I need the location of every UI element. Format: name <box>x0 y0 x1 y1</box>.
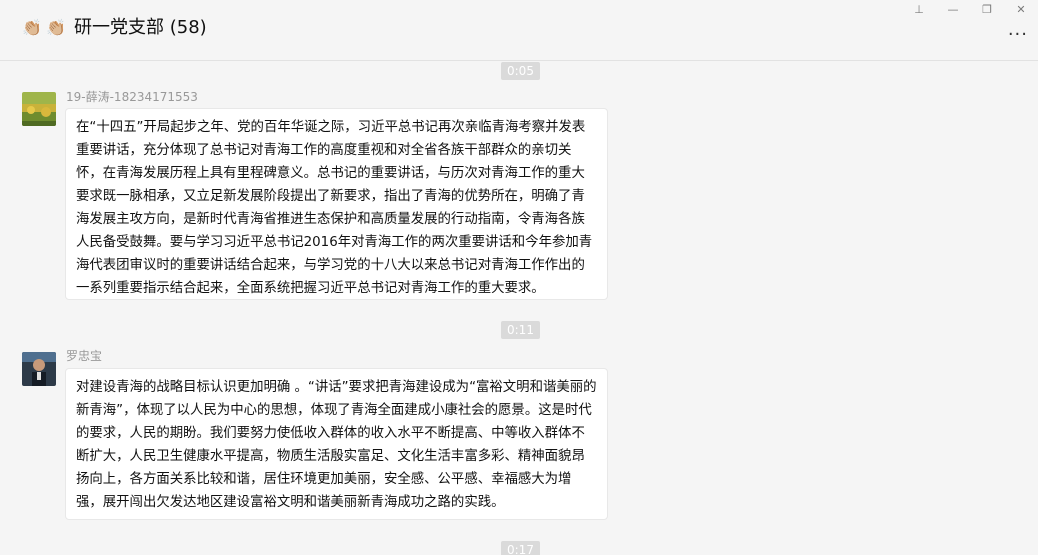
more-options-icon[interactable]: ··· <box>1008 26 1028 44</box>
window-controls: ⊥ — ❐ ✕ <box>902 0 1038 18</box>
message-bubble[interactable]: 在“十四五”开局起步之年、党的百年华诞之际，习近平总书记再次亲临青海考察并发表重… <box>65 108 608 300</box>
timestamp-pill: 0:05 <box>501 62 540 80</box>
close-icon[interactable]: ✕ <box>1004 0 1038 18</box>
chat-title: 研一党支部 (58) <box>74 17 207 38</box>
avatar[interactable] <box>22 92 56 126</box>
sender-name: 罗忠宝 <box>66 349 103 363</box>
minimize-icon[interactable]: — <box>936 0 970 18</box>
clapping-hands-emoji-1: 👏🏼 <box>22 18 42 37</box>
clapping-hands-emoji-2: 👏🏼 <box>46 18 66 37</box>
avatar-landscape-image <box>22 92 56 126</box>
avatar-person-image <box>22 352 56 386</box>
message-bubble[interactable]: 对建设青海的战略目标认识更加明确 。“讲话”要求把青海建设成为“富裕文明和谐美丽… <box>65 368 608 520</box>
pin-icon[interactable]: ⊥ <box>902 0 936 18</box>
chat-window: 👏🏼 👏🏼 研一党支部 (58) ⊥ — ❐ ✕ ··· 0:05 19-薛涛-… <box>0 0 1038 555</box>
timestamp-pill: 0:11 <box>501 321 540 339</box>
sender-name: 19-薛涛-18234171553 <box>66 90 198 104</box>
avatar[interactable] <box>22 352 56 386</box>
chat-header: 👏🏼 👏🏼 研一党支部 (58) ⊥ — ❐ ✕ ··· <box>0 0 1038 61</box>
restore-icon[interactable]: ❐ <box>970 0 1004 18</box>
timestamp-pill: 0:17 <box>501 541 540 555</box>
chat-title-area[interactable]: 👏🏼 👏🏼 研一党支部 (58) <box>22 16 207 40</box>
